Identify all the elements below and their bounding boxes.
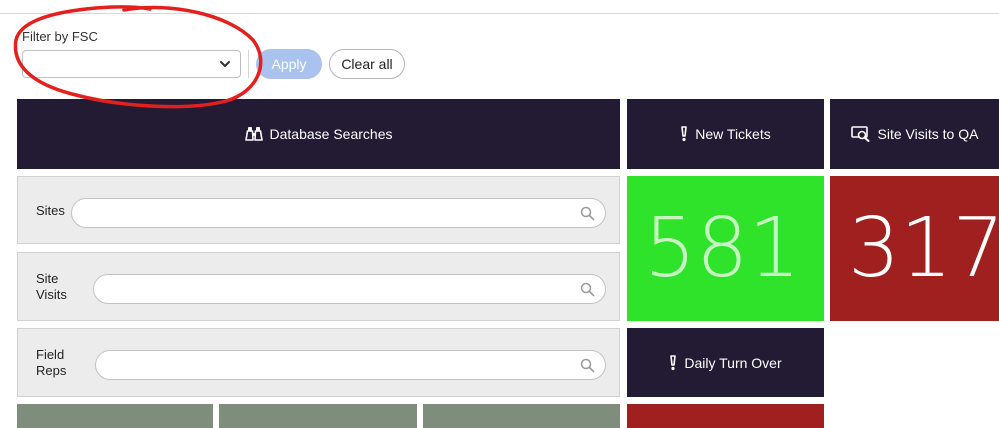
exclamation-icon [670, 354, 677, 370]
field-reps-label: Field Reps [36, 347, 67, 378]
filter-label: Filter by FSC [22, 29, 98, 44]
search-icon [580, 282, 595, 297]
bottom-tile[interactable] [17, 404, 213, 428]
new-tickets-header[interactable]: New Tickets [627, 99, 824, 169]
sites-label: Sites [36, 203, 65, 218]
sites-search-input[interactable] [71, 198, 606, 228]
search-icon [580, 206, 595, 221]
top-divider [0, 13, 999, 14]
site-visits-qa-header[interactable]: Site Visits to QA [830, 99, 999, 169]
search-row-site-visits: Site Visits [17, 252, 620, 321]
chevron-down-icon [220, 61, 230, 67]
site-visits-label: Site Visits [36, 271, 67, 302]
site-visits-qa-title: Site Visits to QA [877, 126, 979, 142]
search-row-sites: Sites [17, 176, 620, 244]
database-searches-title: Database Searches [269, 126, 393, 142]
exclamation-icon [681, 126, 688, 142]
new-tickets-count: 581 [644, 201, 801, 296]
filter-divider [248, 50, 249, 78]
new-tickets-count-tile[interactable]: 581 [627, 176, 824, 321]
database-searches-header: Database Searches [17, 99, 620, 169]
clear-all-button[interactable]: Clear all [329, 49, 405, 79]
apply-button[interactable]: Apply [256, 49, 322, 79]
daily-turn-over-tile[interactable] [627, 404, 824, 428]
field-reps-search-input[interactable] [95, 350, 606, 380]
binoculars-icon [244, 126, 263, 141]
daily-turn-over-title: Daily Turn Over [684, 354, 782, 371]
new-tickets-title: New Tickets [695, 126, 771, 142]
site-visits-qa-count: 317 [848, 201, 999, 296]
search-icon [580, 358, 595, 373]
fsc-select[interactable] [22, 50, 241, 78]
bottom-tile[interactable] [423, 404, 620, 428]
search-row-field-reps: Field Reps [17, 328, 620, 397]
bottom-tile[interactable] [219, 404, 417, 428]
site-visits-search-input[interactable] [93, 274, 606, 304]
daily-turn-over-header[interactable]: Daily Turn Over [627, 328, 824, 397]
site-visit-icon [850, 126, 870, 142]
site-visits-qa-count-tile[interactable]: 317 [830, 176, 999, 321]
